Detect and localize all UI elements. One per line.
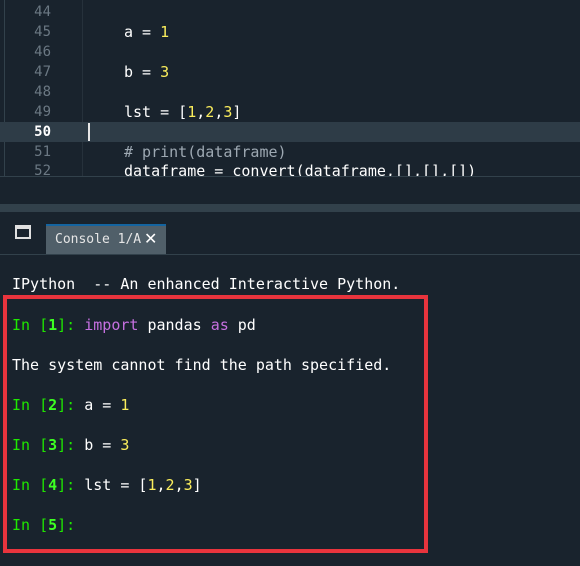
- editor-line[interactable]: 49 lst = [1,2,3]: [0, 102, 580, 122]
- pane-gap: [0, 176, 580, 205]
- line-number: 52: [34, 163, 51, 176]
- pane-splitter[interactable]: [0, 204, 580, 212]
- text-cursor: [88, 123, 90, 141]
- console-output[interactable]: IPython -- An enhanced Interactive Pytho…: [0, 255, 580, 566]
- editor-line[interactable]: 46: [0, 42, 580, 62]
- console-input-line: In [1]: import pandas as pd: [12, 316, 256, 334]
- console-output-line: The system cannot find the path specifie…: [12, 356, 392, 374]
- line-number: 51: [34, 144, 51, 160]
- console-input-line: In [2]: a = 1: [12, 396, 130, 414]
- console-input-line: In [3]: b = 3: [12, 436, 130, 454]
- line-number-active: 50: [34, 124, 51, 140]
- line-number: 48: [34, 84, 51, 100]
- console-prompt-line[interactable]: In [5]:: [12, 515, 75, 535]
- tab-console-1a[interactable]: Console 1/A ✕: [46, 224, 166, 254]
- code-text: lst = [1,2,3]: [124, 103, 242, 121]
- line-number: 45: [34, 24, 51, 40]
- editor-line[interactable]: 48: [0, 82, 580, 102]
- line-number: 46: [34, 44, 51, 60]
- line-number: 49: [34, 104, 51, 120]
- code-editor[interactable]: 44 45 a = 1 46 47 b = 3 48 49 lst = [1,2…: [0, 0, 580, 176]
- editor-current-line[interactable]: 50: [0, 122, 580, 142]
- line-number: 44: [34, 4, 51, 20]
- console-input-line: In [4]: lst = [1,2,3]: [12, 476, 202, 494]
- editor-line[interactable]: 47 b = 3: [0, 62, 580, 82]
- tab-label: Console 1/A: [55, 232, 142, 247]
- editor-line[interactable]: 45 a = 1: [0, 22, 580, 42]
- editor-line[interactable]: 51 # print(dataframe): [0, 142, 580, 162]
- code-text: b = 3: [124, 63, 170, 81]
- close-icon[interactable]: ✕: [144, 229, 157, 249]
- window-icon[interactable]: [15, 225, 31, 239]
- code-text: dataframe = convert(dataframe,[],[],[]): [124, 162, 477, 176]
- editor-line[interactable]: 44: [0, 2, 580, 22]
- ipython-console-pane: Console 1/A ✕ IPython -- An enhanced Int…: [0, 212, 580, 566]
- console-tab-bar: Console 1/A ✕: [0, 212, 580, 255]
- code-comment: # print(dataframe): [124, 143, 287, 161]
- editor-line[interactable]: 52 dataframe = convert(dataframe,[],[],[…: [0, 161, 580, 176]
- spyder-window: 44 45 a = 1 46 47 b = 3 48 49 lst = [1,2…: [0, 0, 580, 566]
- line-number: 47: [34, 64, 51, 80]
- code-text: a = 1: [124, 23, 170, 41]
- console-banner: IPython -- An enhanced Interactive Pytho…: [12, 275, 401, 293]
